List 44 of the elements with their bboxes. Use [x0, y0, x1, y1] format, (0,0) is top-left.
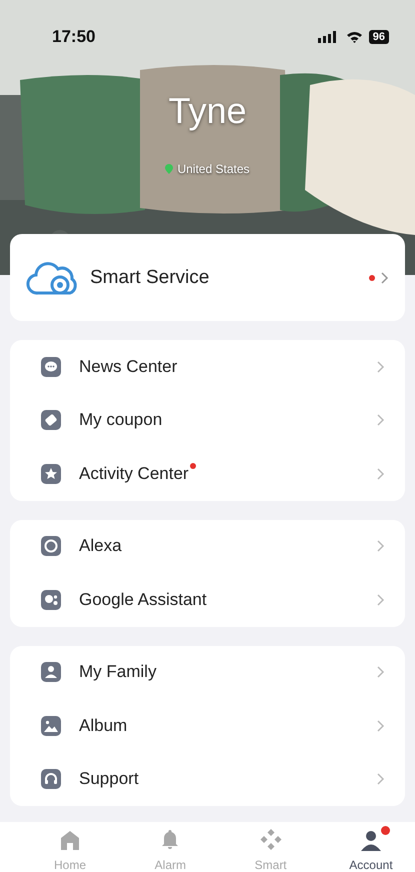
menu-item[interactable]: My Family	[10, 646, 405, 699]
smart-service-row[interactable]: Smart Service	[10, 234, 405, 321]
row-label: Support	[79, 769, 139, 788]
cloud-icon	[26, 260, 80, 296]
menu-item[interactable]: My coupon	[10, 394, 405, 447]
menu-item[interactable]: Activity Center	[10, 447, 405, 500]
row-label: Smart Service	[90, 266, 210, 288]
chevron-icon	[377, 414, 385, 426]
row-label: My coupon	[79, 410, 162, 430]
tab[interactable]: Account	[340, 822, 401, 872]
chevron-icon	[381, 272, 389, 284]
status-time: 17:50	[52, 27, 96, 47]
chevron-icon	[377, 594, 385, 606]
person-icon	[358, 828, 383, 852]
chat-icon	[41, 356, 61, 377]
ticket-icon	[41, 410, 61, 430]
wifi-icon	[346, 31, 363, 43]
menu-item[interactable]: Alexa	[10, 520, 405, 573]
row-label: Alexa	[79, 536, 122, 556]
battery-level: 96	[368, 30, 389, 44]
chevron-icon	[377, 360, 385, 373]
image-icon	[41, 716, 61, 736]
chevron-icon	[377, 666, 385, 678]
menu-item[interactable]: News Center	[10, 340, 405, 394]
menu-item[interactable]: Album	[10, 699, 405, 752]
chevron-icon	[377, 540, 385, 552]
row-label: Album	[79, 716, 128, 735]
home-icon	[58, 828, 82, 852]
dots-icon	[41, 590, 61, 610]
diamonds-icon	[258, 828, 283, 852]
menu-item[interactable]: Support	[10, 752, 405, 806]
row-label: News Center	[79, 356, 178, 376]
menu-item[interactable]: Google Assistant	[10, 573, 405, 626]
headset-icon	[41, 769, 61, 790]
row-label: Activity Center	[79, 464, 189, 483]
row-label: Google Assistant	[79, 590, 207, 609]
profile-name: Tyne	[167, 90, 248, 132]
ring-icon	[41, 536, 61, 556]
chevron-icon	[377, 468, 385, 480]
chevron-icon	[377, 720, 385, 732]
location-icon	[165, 164, 174, 174]
row-label: My Family	[79, 662, 156, 682]
region-label: United States	[177, 162, 250, 176]
chevron-icon	[377, 773, 385, 786]
